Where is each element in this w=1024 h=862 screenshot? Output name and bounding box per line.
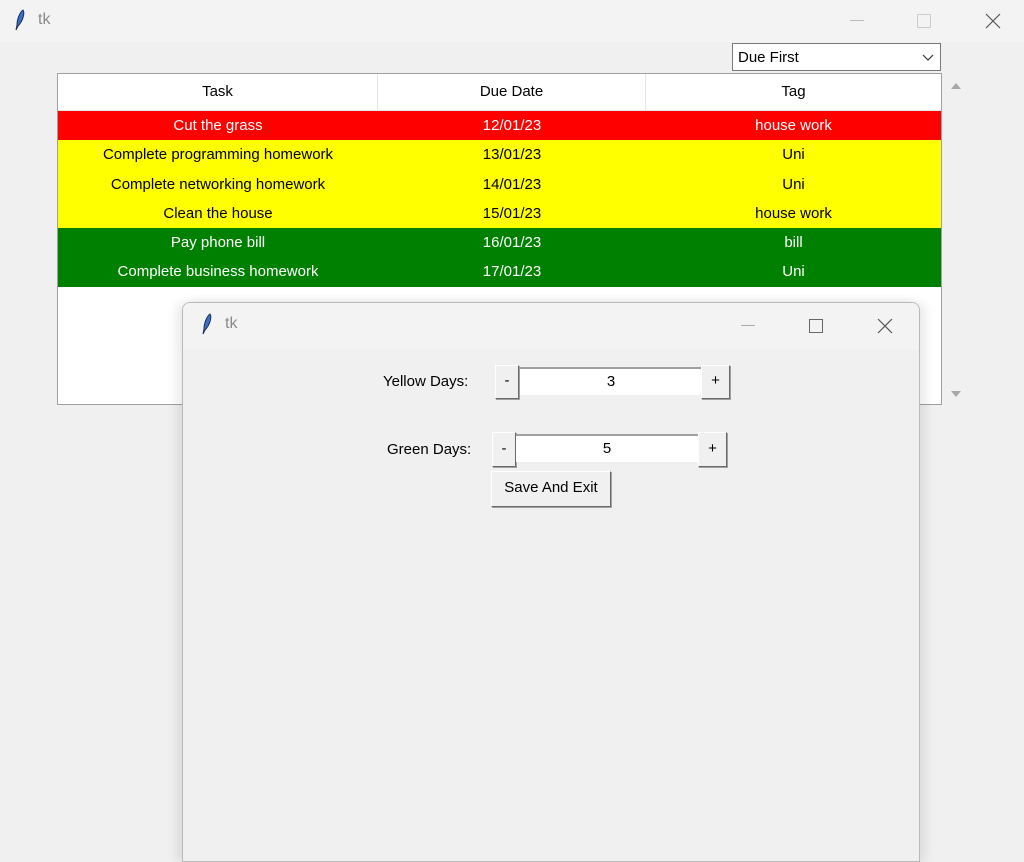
save-and-exit-button[interactable]: Save And Exit (491, 471, 611, 507)
task-cell: Complete business homework (117, 263, 319, 281)
table-row[interactable]: Complete business homework 17/01/23 Uni (58, 257, 941, 287)
tag-cell: Uni (782, 263, 805, 281)
green-days-input[interactable]: 5 (516, 434, 698, 462)
column-header-due-date[interactable]: Due Date (378, 74, 646, 110)
due-date-cell: 12/01/23 (482, 117, 542, 134)
maximize-icon (809, 319, 823, 333)
green-days-label: Green Days: (387, 441, 472, 458)
tag-cell: Uni (782, 175, 805, 193)
close-icon (877, 318, 893, 334)
minimize-button[interactable] (834, 0, 880, 42)
dialog-minimize-button[interactable] (725, 303, 771, 349)
window-title: tk (38, 11, 51, 28)
settings-dialog: tk Yellow Days: - 3 + Green Days: - 5 + … (182, 302, 920, 862)
yellow-days-label: Yellow Days: (383, 373, 469, 390)
table-row[interactable]: Cut the grass 12/01/23 house work (58, 111, 941, 141)
yellow-days-increment-button[interactable]: + (701, 365, 730, 399)
sort-order-value: Due First (738, 49, 799, 66)
tag-cell: house work (755, 204, 832, 222)
table-row[interactable]: Complete programming homework 13/01/23 Uni (58, 140, 941, 170)
feather-icon (15, 9, 25, 31)
sort-order-select[interactable]: Due First (732, 43, 941, 71)
due-date-cell: 17/01/23 (482, 263, 542, 281)
table-row[interactable]: Pay phone bill 16/01/23 bill (58, 228, 941, 258)
chevron-down-icon (922, 54, 934, 61)
task-cell: Clean the house (163, 204, 273, 222)
maximize-button[interactable] (901, 0, 947, 42)
main-titlebar: tk (0, 0, 1024, 42)
dialog-maximize-button[interactable] (793, 303, 839, 349)
scroll-up-arrow-icon[interactable] (950, 81, 962, 91)
dialog-title: tk (225, 315, 238, 332)
task-cell: Pay phone bill (170, 234, 266, 252)
column-header-tag[interactable]: Tag (646, 74, 941, 110)
green-days-decrement-button[interactable]: - (492, 432, 516, 467)
close-icon (985, 13, 1001, 29)
task-cell: Cut the grass (173, 117, 263, 134)
minimize-icon (741, 325, 755, 326)
yellow-days-input[interactable]: 3 (520, 367, 702, 395)
table-body: Cut the grass 12/01/23 house work Complete … (58, 111, 941, 287)
dialog-close-button[interactable] (862, 303, 908, 349)
table-header: Task Due Date Tag (58, 74, 941, 111)
feather-icon (202, 313, 212, 335)
due-date-cell: 16/01/23 (482, 234, 542, 252)
due-date-cell: 13/01/23 (482, 146, 542, 164)
tag-cell: Uni (782, 146, 805, 164)
maximize-icon (917, 14, 931, 28)
minimize-icon (850, 20, 864, 21)
dialog-titlebar: tk (183, 303, 919, 349)
green-days-increment-button[interactable]: + (698, 432, 727, 467)
scroll-down-arrow-icon[interactable] (950, 389, 962, 399)
table-row[interactable]: Clean the house 15/01/23 house work (58, 198, 941, 229)
due-date-cell: 14/01/23 (482, 175, 542, 193)
yellow-days-decrement-button[interactable]: - (495, 365, 519, 399)
column-header-task[interactable]: Task (58, 74, 378, 110)
due-date-cell: 15/01/23 (482, 204, 542, 222)
task-cell: Complete programming homework (102, 146, 334, 164)
table-row[interactable]: Complete networking homework 14/01/23 Uni (58, 169, 941, 199)
tag-cell: bill (784, 234, 803, 252)
tag-cell: house work (755, 117, 832, 134)
close-button[interactable] (970, 0, 1016, 42)
task-cell: Complete networking homework (110, 175, 326, 193)
